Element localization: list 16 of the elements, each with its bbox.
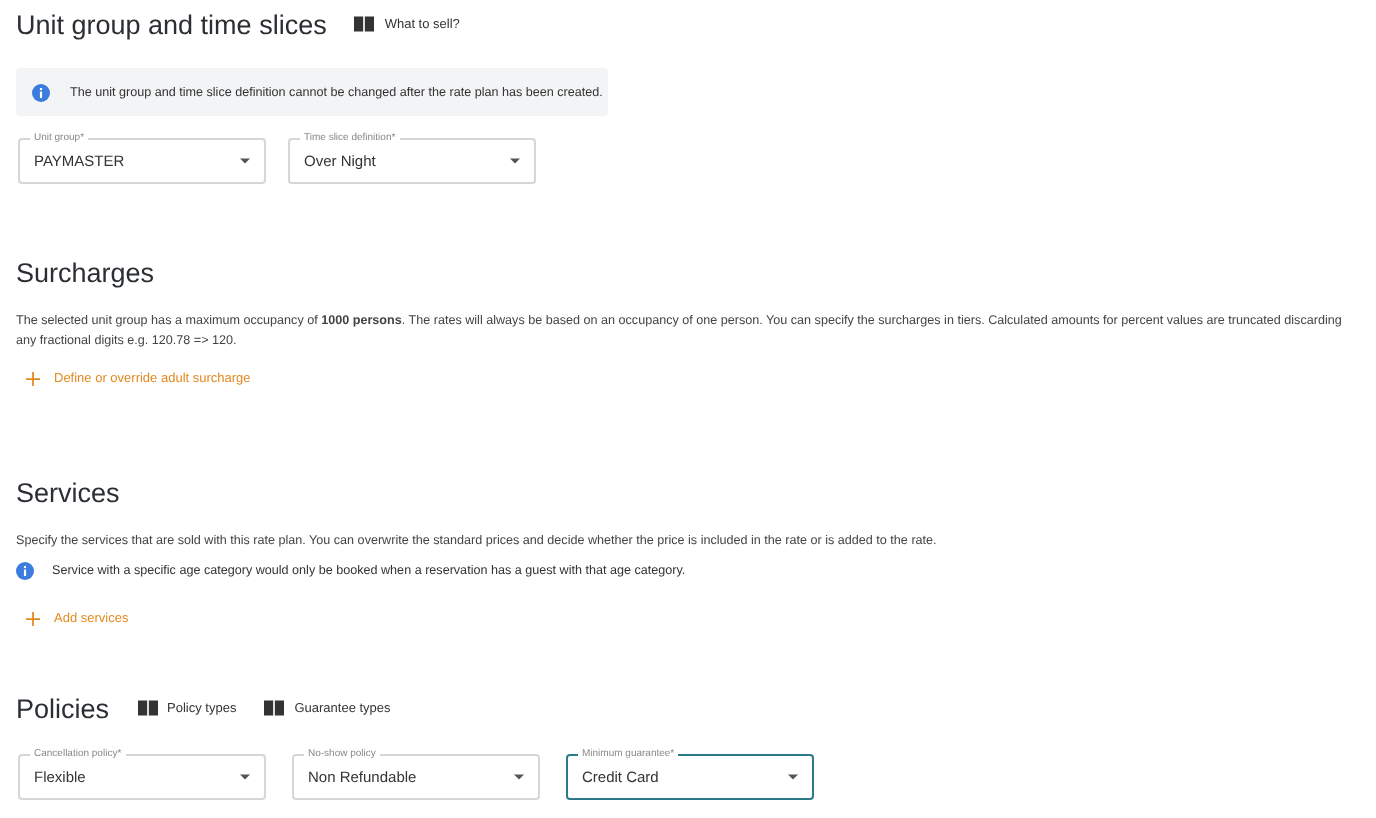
caret-icon (240, 158, 250, 164)
caret-icon (510, 158, 520, 164)
caret-icon (514, 774, 524, 780)
section-title: Surcharges (16, 257, 155, 287)
book-icon (264, 700, 285, 716)
caret-icon (788, 774, 798, 780)
section-title: Services (16, 477, 120, 507)
section-title: Unit group and time slices (16, 9, 327, 39)
book-icon (137, 700, 158, 716)
book-icon (354, 16, 375, 32)
section-title: Policies (16, 693, 110, 723)
plus-icon (26, 612, 40, 626)
info-icon (32, 83, 50, 101)
info-icon (16, 562, 34, 580)
caret-icon (240, 774, 250, 780)
plus-icon (26, 372, 40, 386)
